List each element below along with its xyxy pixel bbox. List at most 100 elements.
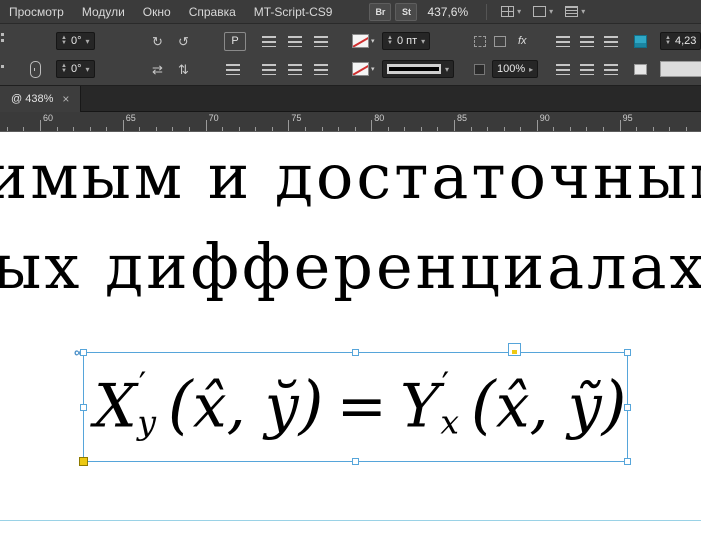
document-tab[interactable]: @ 438% × — [0, 86, 82, 112]
flip-vertical-button[interactable]: ⇅ — [178, 58, 189, 80]
screen-mode-switcher[interactable]: ▾ — [533, 6, 553, 17]
ruler-major-tick — [619, 120, 621, 131]
workspace-switcher[interactable]: ▾ — [501, 6, 521, 17]
text-wrap-jump-icon — [604, 35, 618, 47]
close-icon[interactable]: × — [62, 93, 69, 105]
formula-lhs-base: X — [94, 371, 137, 442]
distribute-center-button[interactable] — [288, 58, 302, 80]
ruler-number: 80 — [374, 113, 385, 123]
menu-mt-script[interactable]: MT-Script-CS9 — [245, 0, 342, 24]
text-wrap-none-icon — [556, 35, 570, 47]
stepper-arrows[interactable]: ▲ ▼ — [61, 63, 67, 74]
flip-horizontal-button[interactable]: ⇄ — [152, 58, 163, 80]
ruler-minor-tick — [89, 127, 91, 131]
arrange-documents[interactable]: ▾ — [565, 6, 585, 17]
stepper-arrows[interactable]: ▲ ▼ — [387, 35, 393, 46]
chevron-down-icon[interactable]: ▾ — [85, 37, 89, 46]
chevron-right-icon[interactable]: ▸ — [529, 65, 533, 74]
formula-open-paren-2: ( — [470, 367, 496, 442]
object-style-button-3[interactable] — [604, 58, 618, 80]
spacing-button[interactable] — [226, 58, 240, 80]
selection-handle-middle-left[interactable] — [80, 404, 87, 411]
object-style-icon — [580, 63, 594, 75]
right-cut-preview — [660, 58, 701, 80]
effects-button[interactable]: fx — [518, 30, 527, 52]
selection-handle-bottom-left-yellow[interactable] — [79, 457, 88, 466]
reference-point-proxy[interactable] — [0, 30, 5, 52]
menu-modules[interactable]: Модули — [73, 0, 134, 24]
object-style-button-2[interactable] — [580, 58, 594, 80]
frame-options-button[interactable] — [494, 30, 506, 52]
stepper-arrows[interactable]: ▲ ▼ — [61, 35, 67, 46]
object-style-button-1[interactable] — [556, 58, 570, 80]
document-tab-bar: @ 438% × — [0, 86, 701, 112]
distribute-center-icon — [288, 63, 302, 75]
formula-equals: = — [336, 371, 387, 442]
formula-x-hat-2: x̂ — [495, 371, 530, 442]
formula-comma-2: , — [529, 371, 549, 442]
ruler-minor-tick — [189, 127, 191, 131]
reference-point-proxy-2[interactable] — [0, 58, 5, 80]
fill-color-control[interactable]: ▾ — [352, 30, 375, 52]
chevron-down-icon[interactable]: ▾ — [421, 37, 425, 46]
rotation-angle-field[interactable]: ▲ ▼ 0° ▾ — [56, 32, 95, 50]
align-bottom-icon — [314, 35, 328, 47]
bridge-icon[interactable]: Br — [369, 2, 392, 21]
white-swatch-icon — [634, 63, 647, 75]
corner-options-button[interactable] — [474, 30, 486, 52]
preview-swatch-button[interactable] — [634, 58, 647, 80]
chevron-down-icon: ▾ — [549, 7, 554, 16]
shear-angle-field[interactable]: ▲ ▼ 0° ▾ — [56, 60, 95, 78]
document-canvas[interactable]: имым и достаточным ых дифференциалах з ∞… — [0, 132, 701, 545]
right-cut-value: 4,23 — [674, 35, 697, 47]
stroke-style-dropdown[interactable]: ▾ — [382, 60, 455, 78]
body-text-line-1[interactable]: имым и достаточным — [0, 146, 701, 208]
baseline-reference-button[interactable]: P — [224, 30, 246, 52]
chevron-down-icon: ▾ — [581, 7, 586, 16]
selection-handle-top-right[interactable] — [624, 349, 631, 356]
opacity-checkbox[interactable] — [474, 58, 485, 80]
selection-handle-top-center[interactable] — [352, 349, 359, 356]
constrain-link-button[interactable] — [30, 58, 41, 80]
selected-formula-frame[interactable]: ∞ X ′ y (x̂, y̆) = Y ′ x (x̂, ỹ) — [74, 343, 631, 466]
text-wrap-jump-button[interactable] — [604, 30, 618, 52]
right-cut-field[interactable]: ▲ ▼ 4,23 — [660, 32, 701, 50]
distribute-right-button[interactable] — [314, 58, 328, 80]
frame-fitting-button[interactable] — [634, 30, 647, 52]
stroke-weight-field[interactable]: ▲ ▼ 0 пт ▾ — [382, 32, 431, 50]
stroke-color-control[interactable]: ▾ — [352, 58, 375, 80]
align-top-button[interactable] — [262, 30, 276, 52]
ruler-minor-tick — [155, 127, 157, 131]
ruler-number: 75 — [291, 113, 302, 123]
selection-handle-bottom-right[interactable] — [624, 458, 631, 465]
text-wrap-bound-button[interactable] — [580, 30, 594, 52]
formula-rhs-prime: ′ — [441, 364, 450, 404]
menu-window[interactable]: Окно — [134, 0, 180, 24]
ruler-minor-tick — [503, 127, 505, 131]
horizontal-ruler[interactable]: 60 65 70 75 80 85 90 95 — [0, 112, 701, 132]
spacing-icon — [226, 63, 240, 75]
ruler-major-tick — [454, 120, 455, 131]
rotate-ccw-button[interactable]: ↺ — [178, 30, 189, 52]
formula-close-paren-2: ) — [601, 367, 627, 442]
menu-help[interactable]: Справка — [180, 0, 245, 24]
selection-handle-top-left[interactable] — [80, 349, 87, 356]
text-wrap-none-button[interactable] — [556, 30, 570, 52]
align-bottom-button[interactable] — [314, 30, 328, 52]
chevron-down-icon[interactable]: ▾ — [85, 65, 89, 74]
stock-icon[interactable]: St — [395, 2, 418, 21]
scale-percent-field[interactable]: 100% ▸ — [492, 60, 539, 78]
separator — [486, 3, 488, 20]
rotate-cw-button[interactable]: ↻ — [152, 30, 163, 52]
selection-handle-bottom-center[interactable] — [352, 458, 359, 465]
placed-object-badge-icon[interactable] — [508, 343, 521, 356]
distribute-left-button[interactable] — [262, 58, 276, 80]
formula-x-hat: x̂ — [192, 371, 227, 442]
ruler-major-tick — [205, 120, 207, 131]
stepper-arrows[interactable]: ▲ ▼ — [665, 35, 671, 46]
align-center-button[interactable] — [288, 30, 302, 52]
chevron-down-icon[interactable]: ▾ — [445, 65, 449, 74]
zoom-level[interactable]: 437,6% — [427, 5, 468, 19]
body-text-line-2[interactable]: ых дифференциалах з — [0, 236, 701, 298]
menu-view[interactable]: Просмотр — [0, 0, 73, 24]
